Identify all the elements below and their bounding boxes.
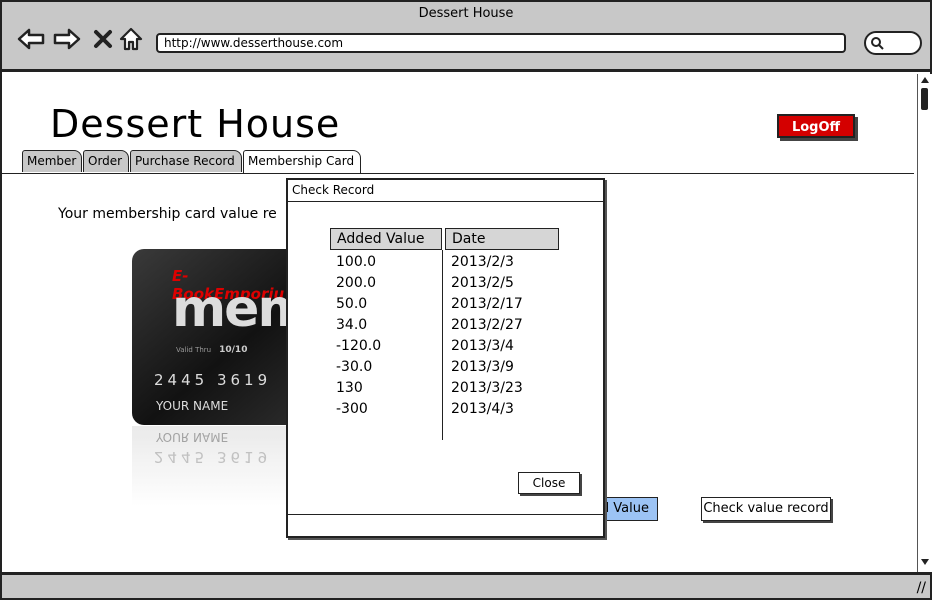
card-number: 2445 3619 — [154, 371, 272, 389]
column-header-date: Date — [445, 228, 559, 250]
status-bar: // — [0, 572, 932, 600]
tab-purchase-record[interactable]: Purchase Record — [130, 150, 242, 172]
tab-membership-card[interactable]: Membership Card — [243, 150, 361, 174]
scroll-up-arrow-icon[interactable] — [919, 74, 931, 86]
cell-date: 2013/2/17 — [451, 296, 523, 312]
cell-date: 2013/2/3 — [451, 254, 514, 270]
reflection-number: 2445 3619 — [154, 448, 272, 466]
site-title: Dessert House — [50, 102, 341, 146]
tab-member[interactable]: Member — [22, 150, 82, 172]
card-name: YOUR NAME — [156, 399, 229, 413]
card-value-text: Your membership card value re — [58, 206, 277, 222]
cell-added-value: -120.0 — [336, 338, 382, 354]
cell-date: 2013/2/27 — [451, 317, 523, 333]
forward-icon[interactable] — [52, 24, 82, 54]
check-value-record-button[interactable]: Check value record — [701, 497, 831, 521]
back-icon[interactable] — [16, 24, 46, 54]
vertical-scrollbar[interactable] — [917, 74, 932, 572]
dialog-title: Check Record — [288, 180, 603, 202]
column-header-added-value: Added Value — [330, 228, 442, 250]
address-bar[interactable]: http://www.desserthouse.com — [156, 33, 846, 53]
search-icon — [871, 37, 884, 50]
home-icon[interactable] — [116, 24, 146, 54]
valid-thru-value: 10/10 — [219, 345, 248, 355]
cell-added-value: 50.0 — [336, 296, 368, 312]
stop-icon[interactable] — [88, 24, 118, 54]
cell-added-value: 200.0 — [336, 275, 377, 291]
close-button[interactable]: Close — [518, 472, 580, 494]
cell-date: 2013/2/5 — [451, 275, 514, 291]
logoff-button[interactable]: LogOff — [777, 114, 855, 138]
card-valid-thru: Valid Thru 10/10 — [176, 345, 247, 355]
scroll-down-arrow-icon[interactable] — [919, 556, 931, 568]
cell-added-value: -300 — [336, 401, 368, 417]
check-record-dialog: Check Record Added Value Date 100.0 2013/… — [286, 178, 605, 538]
tab-order[interactable]: Order — [83, 150, 129, 172]
cell-date: 2013/4/3 — [451, 401, 514, 417]
tab-divider — [2, 173, 914, 174]
resize-grip-icon[interactable]: // — [917, 580, 926, 596]
valid-thru-label: Valid Thru — [176, 346, 212, 354]
membership-card-image: E-BookEmporiu mem Valid Thru 10/10 2445 3… — [132, 249, 292, 425]
card-reflection: YOUR NAME 2445 3619 — [132, 426, 292, 506]
cell-date: 2013/3/9 — [451, 359, 514, 375]
cell-added-value: 100.0 — [336, 254, 377, 270]
dialog-footer — [288, 514, 603, 536]
card-big-text: mem — [172, 279, 292, 339]
cell-date: 2013/3/4 — [451, 338, 514, 354]
browser-chrome: Dessert House http://www.desserthouse.co… — [0, 0, 932, 72]
cell-added-value: 34.0 — [336, 317, 368, 333]
reflection-name: YOUR NAME — [156, 430, 229, 444]
column-divider — [442, 250, 443, 440]
cell-date: 2013/3/23 — [451, 380, 523, 396]
cell-added-value: 130 — [336, 380, 363, 396]
scroll-thumb[interactable] — [921, 88, 928, 110]
search-field[interactable] — [864, 31, 922, 55]
cell-added-value: -30.0 — [336, 359, 373, 375]
window-title: Dessert House — [418, 6, 514, 21]
